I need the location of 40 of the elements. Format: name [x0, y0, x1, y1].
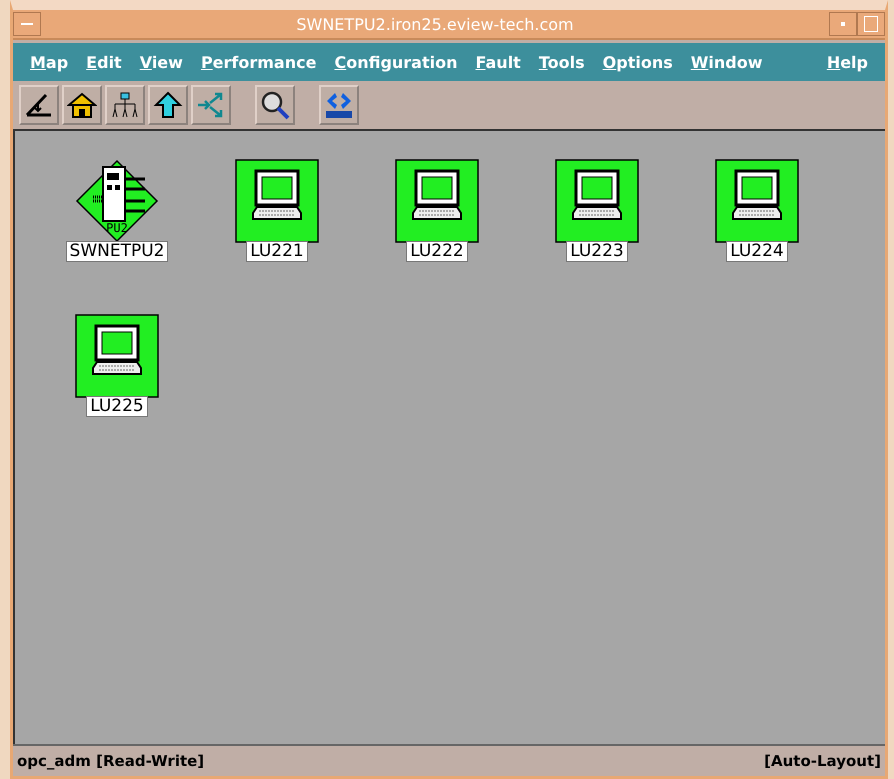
- node-label: LU222: [406, 241, 468, 262]
- terminal-icon[interactable]: [75, 314, 159, 398]
- up-arrow-icon: [153, 91, 183, 119]
- menu-item[interactable]: Edit: [77, 52, 131, 72]
- node-label: LU225: [86, 396, 148, 417]
- node-label: SWNETPU2: [66, 241, 168, 262]
- menu-item[interactable]: Tools: [530, 52, 594, 72]
- menu-item[interactable]: Fault: [466, 52, 530, 72]
- toolbar-button[interactable]: [319, 85, 359, 125]
- terminal-icon[interactable]: [715, 159, 799, 243]
- terminal-icon[interactable]: [235, 159, 319, 243]
- minimize-button[interactable]: [829, 12, 857, 36]
- triangle-arrow-icon: [24, 91, 54, 119]
- window-title: SWNETPU2.iron25.eview-tech.com: [295, 14, 575, 34]
- node-label: LU221: [246, 241, 308, 262]
- menu-item[interactable]: Help: [818, 52, 877, 72]
- toolbar-button[interactable]: [148, 85, 188, 125]
- window-menu-button[interactable]: [13, 12, 41, 36]
- menu-item[interactable]: Options: [594, 52, 682, 72]
- terminal-icon[interactable]: [395, 159, 479, 243]
- toolbar-button[interactable]: [19, 85, 59, 125]
- device-type-label: PU2: [105, 222, 129, 235]
- menu-item[interactable]: Configuration: [325, 52, 466, 72]
- menu-item[interactable]: Performance: [192, 52, 326, 72]
- hierarchy-icon: [110, 91, 140, 119]
- toolbar-button[interactable]: [105, 85, 145, 125]
- menu-item[interactable]: View: [130, 52, 192, 72]
- maximize-button[interactable]: [857, 12, 885, 36]
- search-icon: [259, 89, 291, 121]
- node-label: LU224: [726, 241, 788, 262]
- toolbar-button[interactable]: [62, 85, 102, 125]
- toolbar-button[interactable]: [255, 85, 295, 125]
- status-text: opc_adm [Read-Write]: [17, 752, 204, 770]
- layout-mode-text: [Auto-Layout]: [764, 752, 881, 770]
- terminal-icon[interactable]: [555, 159, 639, 243]
- network-device-icon[interactable]: [75, 159, 159, 243]
- node-label: LU223: [566, 241, 628, 262]
- house-icon: [67, 91, 97, 119]
- menu-item[interactable]: Map: [21, 52, 78, 72]
- menu-item[interactable]: Window: [682, 52, 772, 72]
